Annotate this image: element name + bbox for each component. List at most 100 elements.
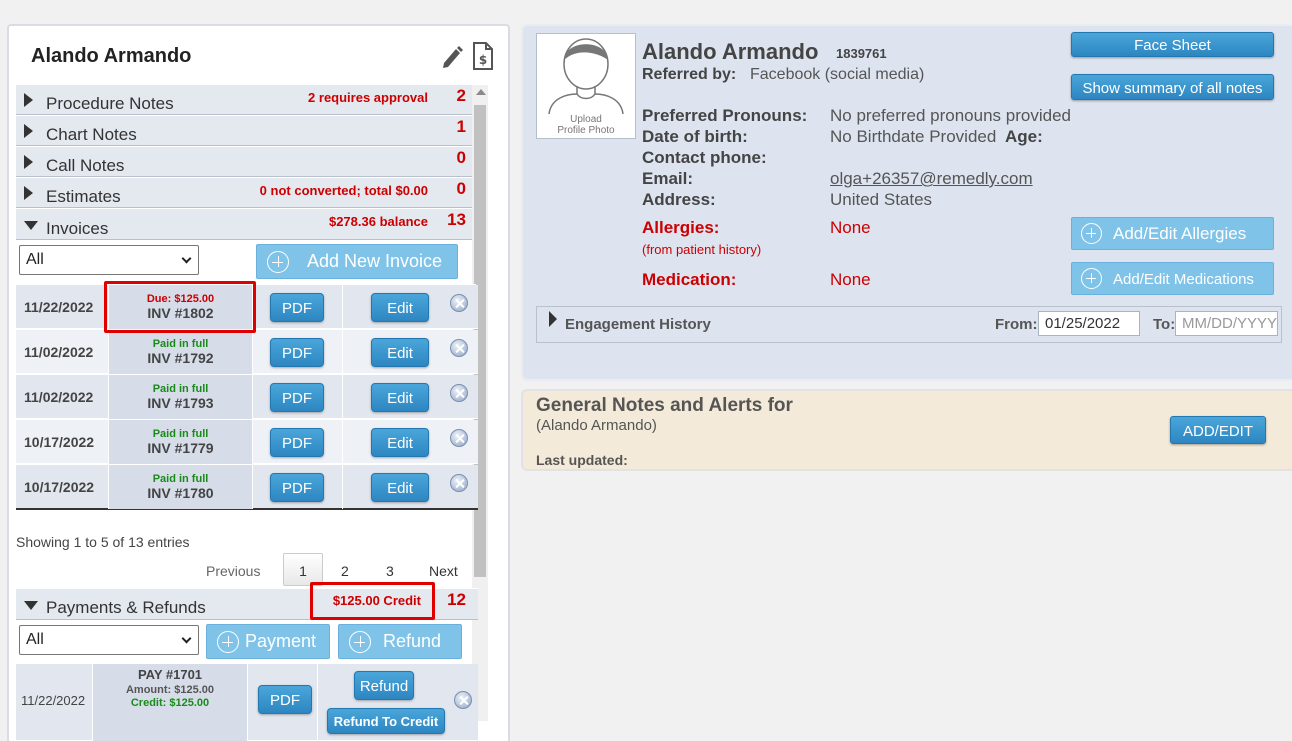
invoice-edit-button[interactable]: Edit <box>371 338 429 367</box>
address-label: Address: <box>642 190 716 209</box>
patient-id: 1839761 <box>836 46 887 61</box>
invoice-row: 10/17/2022 Paid in full INV #1779 PDF Edi… <box>16 420 478 464</box>
collapse-arrow-icon <box>24 601 38 610</box>
face-sheet-button[interactable]: Face Sheet <box>1071 32 1274 57</box>
section-invoices[interactable]: Invoices $278.36 balance 13 <box>16 208 478 240</box>
scroll-up-arrow-icon[interactable] <box>476 89 486 95</box>
expand-arrow-icon <box>24 124 33 138</box>
profile-name: Alando Armando <box>642 39 819 64</box>
pronouns-label: Preferred Pronouns: <box>642 106 808 125</box>
general-notes-subtitle: (Alando Armando) <box>536 417 657 434</box>
phone-label: Contact phone: <box>642 148 767 167</box>
invoice-date: 11/02/2022 <box>24 344 94 360</box>
add-new-invoice-label: Add New Invoice <box>307 251 443 271</box>
referred-by-label: Referred by: <box>642 66 737 83</box>
invoice-pdf-button[interactable]: PDF <box>270 383 324 412</box>
section-estimates[interactable]: Estimates 0 not converted; total $0.00 0 <box>16 177 478 208</box>
add-new-invoice-button[interactable]: Add New Invoice <box>256 244 458 279</box>
invoice-number[interactable]: INV #1780 <box>109 485 252 501</box>
photo-caption-profile: Profile Photo <box>557 125 615 136</box>
add-edit-medications-button[interactable]: Add/Edit Medications <box>1071 262 1274 295</box>
payment-refund-button[interactable]: Refund <box>354 671 414 700</box>
invoice-filter-select[interactable]: All <box>19 245 199 275</box>
email-link[interactable]: olga+26357@remedly.com <box>830 169 1033 189</box>
payment-filter-value: All <box>26 631 44 648</box>
show-summary-button[interactable]: Show summary of all notes <box>1071 74 1274 100</box>
invoice-status: Paid in full <box>152 383 209 395</box>
payment-filter-select[interactable]: All <box>19 625 199 655</box>
age-label: Age: <box>1005 127 1043 146</box>
section-call-notes[interactable]: Call Notes 0 <box>16 146 478 177</box>
plus-circle-icon <box>217 631 239 653</box>
pencil-icon[interactable] <box>440 43 464 74</box>
add-payment-label: Payment <box>245 631 317 651</box>
section-label: Payments & Refunds <box>46 598 206 617</box>
delete-icon[interactable] <box>450 429 468 447</box>
invoice-number[interactable]: INV #1793 <box>109 395 252 411</box>
billing-statement-icon[interactable]: $ <box>472 42 494 75</box>
invoice-filter-value: All <box>26 251 44 268</box>
pagination-previous[interactable]: Previous <box>206 563 260 579</box>
pagination-page-3[interactable]: 3 <box>386 563 394 579</box>
add-edit-allergies-button[interactable]: Add/Edit Allergies <box>1071 217 1274 250</box>
medication-label: Medication: <box>642 270 737 289</box>
delete-icon[interactable] <box>450 294 468 312</box>
general-notes-title: General Notes and Alerts for <box>536 395 793 416</box>
payment-number[interactable]: PAY #1701 <box>93 667 247 682</box>
invoice-number[interactable]: INV #1779 <box>109 440 252 456</box>
pagination-next[interactable]: Next <box>429 563 458 579</box>
invoice-pdf-button[interactable]: PDF <box>270 338 324 367</box>
delete-icon[interactable] <box>454 691 472 709</box>
delete-icon[interactable] <box>450 339 468 357</box>
invoice-edit-button[interactable]: Edit <box>371 293 429 322</box>
invoice-pdf-button[interactable]: PDF <box>270 293 324 322</box>
section-label: Invoices <box>46 219 109 238</box>
add-payment-button[interactable]: Payment <box>206 624 330 659</box>
invoice-date: 11/02/2022 <box>24 389 94 405</box>
avatar-placeholder-icon <box>548 38 624 115</box>
allergies-value: None <box>830 218 871 237</box>
engagement-history-toggle[interactable]: Engagement History <box>565 316 711 333</box>
delete-icon[interactable] <box>450 384 468 402</box>
profile-photo-upload[interactable]: Upload Profile Photo <box>536 33 636 139</box>
payment-credit: Credit: $125.00 <box>130 697 210 709</box>
section-chart-notes[interactable]: Chart Notes 1 <box>16 115 478 146</box>
section-label: Chart Notes <box>46 125 137 144</box>
plus-circle-icon <box>1081 223 1102 244</box>
dob-label: Date of birth: <box>642 127 748 146</box>
invoice-date: 10/17/2022 <box>24 434 95 450</box>
payment-pdf-button[interactable]: PDF <box>258 685 312 714</box>
invoice-number[interactable]: INV #1792 <box>109 350 252 366</box>
from-date-input[interactable]: 01/25/2022 <box>1038 311 1140 336</box>
invoice-pdf-button[interactable]: PDF <box>270 473 324 502</box>
delete-icon[interactable] <box>450 474 468 492</box>
pagination-page-2[interactable]: 2 <box>341 563 349 579</box>
invoice-edit-button[interactable]: Edit <box>371 383 429 412</box>
invoice-status: Paid in full <box>152 428 209 440</box>
section-info: 0 not converted; total $0.00 <box>259 183 428 198</box>
add-edit-allergies-label: Add/Edit Allergies <box>1113 224 1247 243</box>
invoice-row: 11/02/2022 Paid in full INV #1793 PDF Edi… <box>16 375 478 419</box>
refund-to-credit-button[interactable]: Refund To Credit <box>327 708 445 734</box>
photo-caption-upload: Upload <box>570 114 602 125</box>
add-edit-notes-button[interactable]: ADD/EDIT <box>1170 416 1266 444</box>
section-procedure-notes[interactable]: Procedure Notes 2 requires approval 2 <box>16 84 478 115</box>
collapse-arrow-icon <box>24 221 38 230</box>
allergies-source: (from patient history) <box>642 242 762 257</box>
patient-name-title: Alando Armando <box>31 45 192 67</box>
add-refund-button[interactable]: Refund <box>338 624 462 659</box>
expand-arrow-icon[interactable] <box>549 311 557 327</box>
svg-text:$: $ <box>479 53 487 67</box>
payment-amount: Amount: $125.00 <box>125 684 215 696</box>
invoice-edit-button[interactable]: Edit <box>371 428 429 457</box>
to-label: To: <box>1153 316 1176 333</box>
entries-info: Showing 1 to 5 of 13 entries <box>16 534 190 550</box>
invoice-status: Paid in full <box>152 473 209 485</box>
medication-value: None <box>830 270 871 289</box>
pronouns-value: No preferred pronouns provided <box>830 106 1071 125</box>
to-date-input[interactable]: MM/DD/YYYY <box>1175 311 1278 336</box>
chevron-down-icon <box>181 633 192 644</box>
plus-circle-icon <box>349 631 371 653</box>
invoice-pdf-button[interactable]: PDF <box>270 428 324 457</box>
invoice-edit-button[interactable]: Edit <box>371 473 429 502</box>
